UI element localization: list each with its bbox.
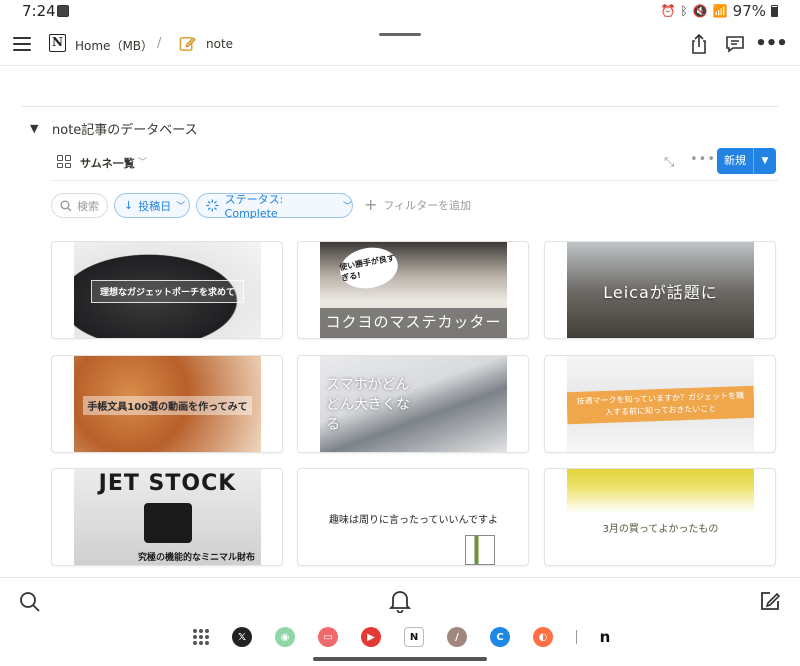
add-filter-button[interactable]: + フィルターを追加 (364, 197, 471, 213)
chevron-down-icon: ﹀ (342, 202, 352, 212)
status-spinner-icon (206, 199, 219, 212)
youtube-app-icon[interactable]: ▶ (361, 627, 381, 647)
thumbnail-caption: 趣味は周りに言ったっていいんですよ (329, 514, 498, 526)
thumbnail-caption: 理想なガジェットポーチを求めて (90, 279, 244, 303)
thumbnail-caption: コクヨのマステカッター (320, 308, 507, 338)
photo-notification-icon (57, 5, 69, 17)
bottom-bar (0, 577, 800, 666)
breadcrumb-page[interactable]: note (206, 37, 233, 51)
thumbnail-caption: 究極の機能的なミニマル財布 (137, 553, 255, 563)
card-thumbnail: 3月の買ってよかったもの (567, 469, 754, 565)
search-icon[interactable] (19, 591, 41, 613)
status-icons: ⏰ ᛒ 🔇 📶 97% (661, 2, 778, 20)
gallery-card[interactable]: 使い勝手が良すぎる! コクヨのマステカッター (297, 241, 529, 339)
share-icon (692, 34, 706, 54)
window-drag-handle[interactable] (379, 33, 421, 36)
share-button[interactable] (688, 33, 710, 55)
home-indicator[interactable] (313, 657, 487, 661)
firefox-app-icon[interactable]: ◐ (533, 627, 553, 647)
gallery-card[interactable]: 理想なガジェットポーチを求めて (51, 241, 283, 339)
top-nav: N Home（MB） / note ••• (0, 24, 800, 66)
thumbnail-caption: スマホがどんどん大きくなる (326, 377, 410, 433)
battery-percent: 97% (732, 2, 766, 20)
toggle-arrow-icon[interactable]: ▼ (30, 122, 38, 135)
date-sort-chip[interactable]: ↓ 投稿日 ﹀ (114, 193, 190, 218)
plus-icon: + (364, 195, 378, 214)
gallery-card[interactable]: 手帳文具100選の動画を作ってみて (51, 355, 283, 453)
expand-icon[interactable]: ⤡ (664, 155, 674, 170)
note-app-icon[interactable]: n (595, 627, 615, 647)
chevron-down-icon[interactable]: ﹀ (138, 155, 147, 168)
x-app-icon[interactable]: 𝕏 (232, 627, 252, 647)
thumbnail-title: JET STOCK (98, 471, 237, 496)
app-drawer-icon[interactable] (193, 629, 209, 645)
thumbnail-bubble: 使い勝手が良すぎる! (336, 243, 402, 293)
new-button-label[interactable]: 新規 (717, 148, 753, 174)
thumbnail-caption: 手帳文具100選の動画を作ってみて (83, 395, 252, 415)
thumbnail-caption: 3月の買ってよかったもの (602, 523, 719, 535)
card-thumbnail: JET STOCK 究極の機能的なミニマル財布 (74, 469, 261, 565)
mute-icon: 🔇 (692, 4, 708, 18)
bluetooth-icon: ᛒ (680, 4, 688, 18)
compose-icon[interactable] (759, 590, 781, 612)
battery-icon (771, 5, 778, 17)
gallery-card[interactable]: 技適マークを知っていますか？ガジェットを購入する前に知っておきたいこと (544, 355, 776, 453)
search-chip[interactable]: 検索 (51, 193, 108, 218)
app-dock: 𝕏 ◉ ▭ ▶ N / C ◐ n (193, 627, 638, 647)
gallery-card[interactable]: Leicaが話題に (544, 241, 776, 339)
breadcrumb-home[interactable]: Home（MB） (75, 37, 153, 54)
pen-app-icon[interactable]: / (447, 627, 467, 647)
card-thumbnail: 趣味は周りに言ったっていいんですよ (320, 469, 507, 565)
gallery-card[interactable]: JET STOCK 究極の機能的なミニマル財布 (51, 468, 283, 566)
line-app-icon[interactable]: ◉ (275, 627, 295, 647)
search-chip-label: 検索 (77, 199, 99, 213)
date-sort-label: 投稿日 (138, 199, 172, 213)
new-dropdown-chevron-icon[interactable]: ▼ (754, 148, 776, 174)
gallery-view-icon[interactable] (57, 155, 72, 168)
c-app-icon[interactable]: C (490, 627, 510, 647)
new-button[interactable]: 新規 ▼ (717, 148, 776, 174)
status-time: 7:24 (22, 2, 56, 20)
card-thumbnail: Leicaが話題に (567, 242, 754, 338)
card-thumbnail: 理想なガジェットポーチを求めて (74, 242, 261, 338)
edit-note-icon (179, 37, 196, 51)
gallery-card[interactable]: スマホがどんどん大きくなる (297, 355, 529, 453)
shelf-illustration (465, 535, 495, 565)
card-thumbnail: スマホがどんどん大きくなる (320, 356, 507, 452)
notion-logo-icon: N (49, 34, 66, 52)
alarm-icon: ⏰ (660, 4, 676, 18)
status-bar: 7:24 ⏰ ᛒ 🔇 📶 97% (0, 0, 800, 24)
status-filter-chip[interactable]: ステータス: Complete ﹀ (196, 193, 353, 220)
database-title[interactable]: note記事のデータベース (52, 119, 198, 138)
toolbar-divider (52, 180, 778, 181)
comment-icon (726, 36, 744, 53)
thumbnail-caption: Leicaが話題に (603, 283, 718, 302)
arrow-down-icon: ↓ (124, 199, 134, 212)
breadcrumb-separator: / (157, 36, 162, 51)
add-filter-label: フィルターを追加 (383, 199, 472, 212)
database-more-icon[interactable]: ••• (690, 152, 716, 167)
card-thumbnail: 手帳文具100選の動画を作ってみて (74, 356, 261, 452)
chevron-down-icon: ﹀ (176, 202, 186, 212)
search-icon (60, 200, 72, 211)
calendar-app-icon[interactable]: ▭ (318, 627, 338, 647)
more-options-icon[interactable]: ••• (755, 33, 788, 55)
wifi-icon: 📶 (712, 4, 728, 18)
status-filter-label: ステータス: Complete (224, 193, 284, 220)
comments-button[interactable] (724, 33, 746, 55)
page-divider (22, 106, 778, 107)
view-selector[interactable]: サムネ一覧 (80, 155, 135, 171)
bell-icon[interactable] (389, 589, 411, 613)
wallet-image (143, 503, 192, 543)
card-thumbnail: 使い勝手が良すぎる! コクヨのマステカッター (320, 242, 507, 338)
menu-icon[interactable] (13, 37, 31, 51)
card-thumbnail: 技適マークを知っていますか？ガジェットを購入する前に知っておきたいこと (567, 356, 754, 452)
notion-app-icon[interactable]: N (404, 627, 424, 647)
gallery-card[interactable]: 3月の買ってよかったもの (544, 468, 776, 566)
gallery-card[interactable]: 趣味は周りに言ったっていいんですよ (297, 468, 529, 566)
thumbnail-caption: 技適マークを知っていますか？ガジェットを購入する前に知っておきたいこと (567, 385, 754, 425)
